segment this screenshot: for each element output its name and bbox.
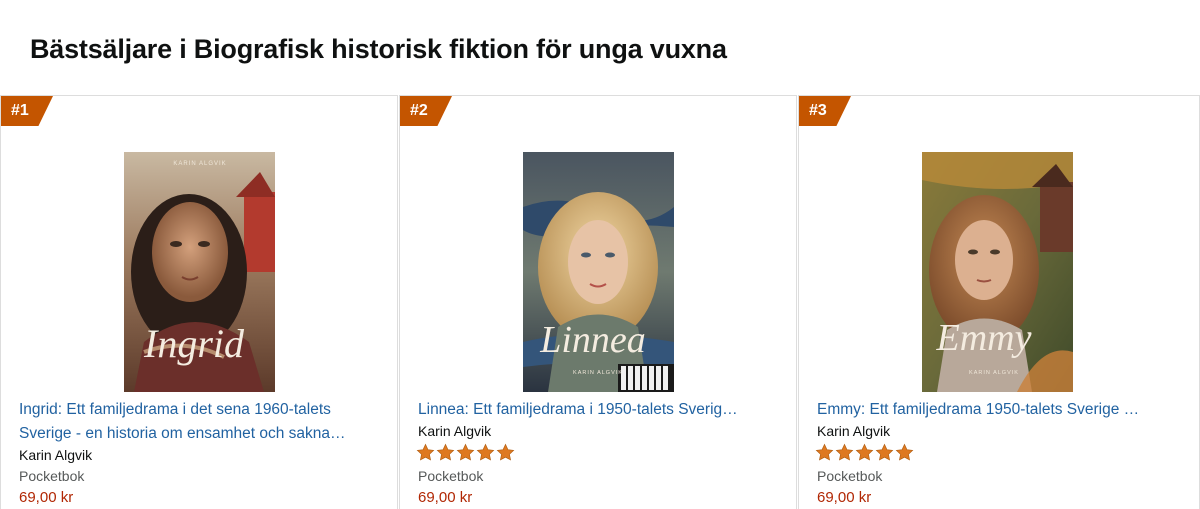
cover-author-text: KARIN ALGVIK [173, 161, 226, 167]
star-icon [855, 443, 874, 461]
author-name: Karin Algvik [418, 423, 492, 439]
cover-title-text: Ingrid [143, 321, 245, 366]
cover-title-text: Emmy [936, 317, 1032, 359]
star-icon [416, 443, 435, 461]
bestseller-grid: #1 KARIN ALGVIK Ingrid Ingrid: Ett famil… [0, 95, 1200, 509]
star-icon [815, 443, 834, 461]
star-icon [496, 443, 515, 461]
star-icon [436, 443, 455, 461]
product-card-2: #2 Linnea KARIN ALGVIK Linnea: Ett famil… [399, 95, 797, 509]
book-cover-ingrid[interactable]: KARIN ALGVIK Ingrid [124, 152, 275, 392]
book-format: Pocketbok [19, 468, 85, 484]
title-line-1: Linnea: Ett familjedrama i 1950-talets S… [418, 401, 738, 418]
book-cover-emmy[interactable]: Emmy KARIN ALGVIK [922, 152, 1073, 392]
cover-title-text: Linnea [539, 319, 646, 361]
product-card-3: #3 Emmy KARIN ALGVIK Emmy: Ett familjedr… [798, 95, 1200, 509]
price: 69,00 kr [19, 489, 74, 506]
title-line-1: Emmy: Ett familjedrama 1950-talets Sveri… [817, 401, 1140, 418]
title-line-1: Ingrid: Ett familjedrama i det sena 1960… [19, 401, 331, 418]
price: 69,00 kr [418, 489, 473, 506]
book-cover-linnea[interactable]: Linnea KARIN ALGVIK [523, 152, 674, 392]
product-title-link[interactable]: Emmy: Ett familjedrama 1950-talets Sveri… [817, 398, 1187, 422]
cover-art: KARIN ALGVIK Ingrid [124, 152, 275, 392]
page-title: Bästsäljare i Biografisk historisk fikti… [30, 34, 727, 64]
cover-author-text: KARIN ALGVIK [969, 370, 1019, 376]
rank-badge: #2 [400, 96, 452, 126]
rank-badge: #3 [799, 96, 851, 126]
star-rating[interactable] [815, 443, 914, 462]
rank-badge: #1 [1, 96, 53, 126]
title-line-2: Sverige - en historia om ensamhet och sa… [19, 425, 346, 442]
star-icon [835, 443, 854, 461]
author-name: Karin Algvik [19, 447, 93, 463]
book-format: Pocketbok [817, 468, 883, 484]
star-icon [875, 443, 894, 461]
author-name: Karin Algvik [817, 423, 891, 439]
product-card-1: #1 KARIN ALGVIK Ingrid Ingrid: Ett famil… [0, 95, 398, 509]
star-icon [456, 443, 475, 461]
cover-art: Linnea KARIN ALGVIK [523, 152, 674, 392]
star-rating[interactable] [416, 443, 515, 462]
star-icon [476, 443, 495, 461]
product-title-link[interactable]: Linnea: Ett familjedrama i 1950-talets S… [418, 398, 788, 422]
book-format: Pocketbok [418, 468, 484, 484]
cover-art: Emmy KARIN ALGVIK [922, 152, 1073, 392]
product-title-link[interactable]: Ingrid: Ett familjedrama i det sena 1960… [19, 398, 389, 446]
price: 69,00 kr [817, 489, 872, 506]
cover-author-text: KARIN ALGVIK [573, 370, 623, 376]
star-icon [895, 443, 914, 461]
